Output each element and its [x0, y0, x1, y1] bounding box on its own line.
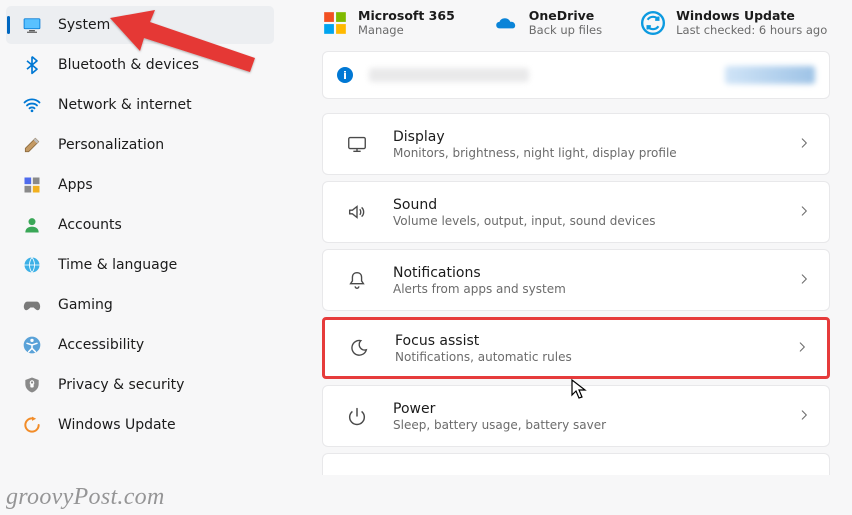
sidebar-item-label: Time & language: [58, 257, 177, 273]
info-icon: i: [337, 67, 353, 83]
row-title: Focus assist: [395, 333, 572, 349]
accessibility-icon: [22, 335, 42, 355]
bluetooth-icon: [22, 55, 42, 75]
update-sync-icon: [640, 10, 666, 36]
sidebar-item-label: Privacy & security: [58, 377, 184, 393]
redacted-text: [369, 68, 529, 82]
person-icon: [22, 215, 42, 235]
row-title: Power: [393, 401, 606, 417]
shield-icon: [22, 375, 42, 395]
chevron-right-icon: [797, 271, 811, 290]
sidebar-item-label: System: [58, 17, 110, 33]
system-icon: [22, 15, 42, 35]
sidebar-item-privacy[interactable]: Privacy & security: [6, 366, 274, 404]
wifi-icon: [22, 95, 42, 115]
moon-icon: [347, 336, 371, 360]
sidebar-item-accessibility[interactable]: Accessibility: [6, 326, 274, 364]
sidebar-item-label: Apps: [58, 177, 93, 193]
globe-clock-icon: [22, 255, 42, 275]
sidebar-item-label: Gaming: [58, 297, 113, 313]
top-card-microsoft365[interactable]: Microsoft 365 Manage: [322, 8, 455, 37]
sidebar-item-time[interactable]: Time & language: [6, 246, 274, 284]
top-card-onedrive[interactable]: OneDrive Back up files: [493, 8, 602, 37]
sidebar: System Bluetooth & devices Network & int…: [0, 0, 280, 515]
row-power[interactable]: Power Sleep, battery usage, battery save…: [322, 385, 830, 447]
watermark: groovyPost.com: [6, 484, 165, 511]
row-notifications[interactable]: Notifications Alerts from apps and syste…: [322, 249, 830, 311]
main-panel: Microsoft 365 Manage OneDrive Back up fi…: [280, 0, 852, 515]
chevron-right-icon: [797, 135, 811, 154]
row-sound[interactable]: Sound Volume levels, output, input, soun…: [322, 181, 830, 243]
onedrive-icon: [493, 10, 519, 36]
row-sub: Notifications, automatic rules: [395, 350, 572, 364]
row-title: Notifications: [393, 265, 566, 281]
paintbrush-icon: [22, 135, 42, 155]
update-icon: [22, 415, 42, 435]
row-display[interactable]: Display Monitors, brightness, night ligh…: [322, 113, 830, 175]
sidebar-item-label: Personalization: [58, 137, 164, 153]
sound-icon: [345, 200, 369, 224]
row-sub: Monitors, brightness, night light, displ…: [393, 146, 677, 160]
top-cards-row: Microsoft 365 Manage OneDrive Back up fi…: [322, 8, 830, 37]
gamepad-icon: [22, 295, 42, 315]
top-card-windows-update[interactable]: Windows Update Last checked: 6 hours ago: [640, 8, 827, 37]
row-sub: Alerts from apps and system: [393, 282, 566, 296]
row-title: Sound: [393, 197, 655, 213]
top-card-sub: Manage: [358, 23, 455, 37]
sidebar-item-label: Windows Update: [58, 417, 176, 433]
chevron-right-icon: [797, 407, 811, 426]
bell-icon: [345, 268, 369, 292]
sidebar-item-network[interactable]: Network & internet: [6, 86, 274, 124]
sidebar-item-bluetooth[interactable]: Bluetooth & devices: [6, 46, 274, 84]
sidebar-item-label: Network & internet: [58, 97, 192, 113]
row-sub: Volume levels, output, input, sound devi…: [393, 214, 655, 228]
top-card-title: Microsoft 365: [358, 8, 455, 23]
row-focus-assist[interactable]: Focus assist Notifications, automatic ru…: [322, 317, 830, 379]
chevron-right-icon: [795, 339, 809, 358]
redacted-action: [725, 66, 815, 84]
sidebar-item-label: Accessibility: [58, 337, 144, 353]
monitor-icon: [345, 132, 369, 156]
sidebar-item-windows-update[interactable]: Windows Update: [6, 406, 274, 444]
top-card-title: Windows Update: [676, 8, 827, 23]
sidebar-item-label: Bluetooth & devices: [58, 57, 199, 73]
sidebar-item-accounts[interactable]: Accounts: [6, 206, 274, 244]
row-title: Display: [393, 129, 677, 145]
sidebar-item-label: Accounts: [58, 217, 122, 233]
row-partial-next[interactable]: [322, 453, 830, 475]
sidebar-item-personalization[interactable]: Personalization: [6, 126, 274, 164]
chevron-right-icon: [797, 203, 811, 222]
top-card-sub: Last checked: 6 hours ago: [676, 23, 827, 37]
apps-icon: [22, 175, 42, 195]
sidebar-item-gaming[interactable]: Gaming: [6, 286, 274, 324]
info-banner[interactable]: i: [322, 51, 830, 99]
power-icon: [345, 404, 369, 428]
sidebar-item-apps[interactable]: Apps: [6, 166, 274, 204]
top-card-title: OneDrive: [529, 8, 602, 23]
top-card-sub: Back up files: [529, 23, 602, 37]
sidebar-item-system[interactable]: System: [6, 6, 274, 44]
row-sub: Sleep, battery usage, battery saver: [393, 418, 606, 432]
microsoft-logo-icon: [322, 10, 348, 36]
